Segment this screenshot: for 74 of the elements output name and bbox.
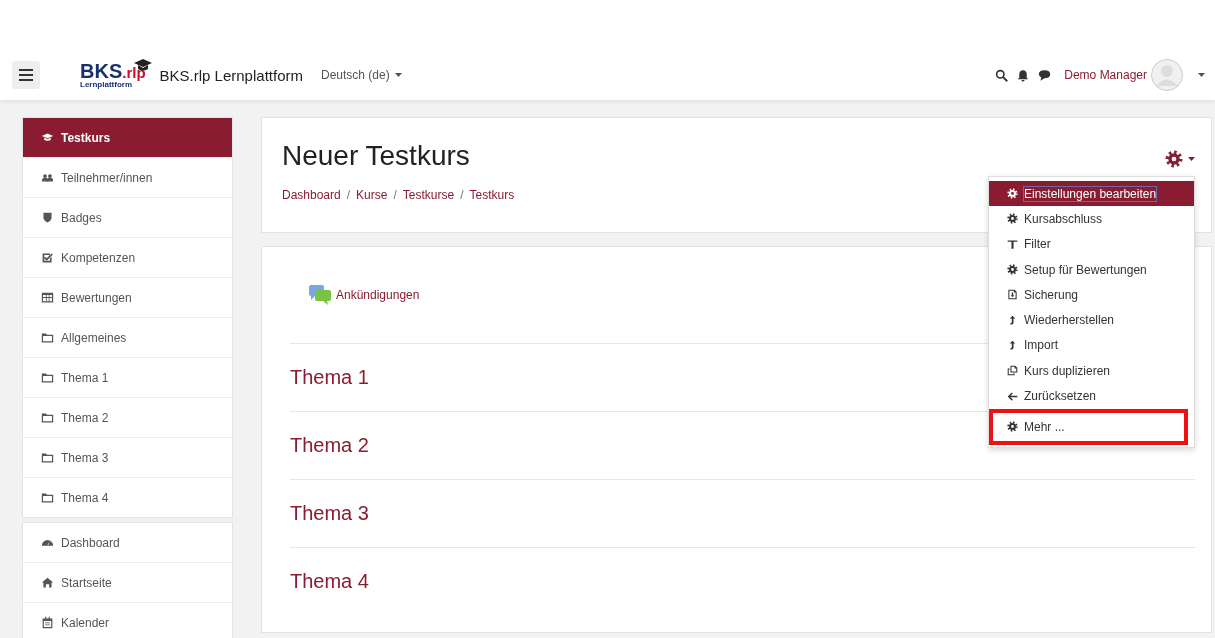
gear-icon xyxy=(1007,188,1018,200)
sidebar-item[interactable]: Startseite xyxy=(23,563,232,603)
gear-icon xyxy=(1007,421,1018,433)
chat-icon[interactable] xyxy=(1038,69,1052,81)
menu-icon xyxy=(19,69,33,81)
sidebar-item[interactable]: Dashboard xyxy=(23,523,232,563)
language-menu[interactable]: Deutsch (de) xyxy=(321,68,402,82)
home-icon xyxy=(41,576,54,589)
breadcrumb-link[interactable]: Dashboard xyxy=(282,188,341,202)
forum-icon xyxy=(308,284,332,306)
section-title[interactable]: Thema 1 xyxy=(290,366,369,389)
sidebar-item[interactable]: Allgemeines xyxy=(23,318,232,358)
menu-item[interactable]: Filter xyxy=(989,231,1194,257)
bell-icon[interactable] xyxy=(1017,68,1030,82)
sidebar-item[interactable]: Thema 1 xyxy=(23,358,232,398)
sidebar-item[interactable]: Kalender xyxy=(23,603,232,638)
breadcrumb-separator: / xyxy=(460,188,464,202)
folder-icon xyxy=(41,371,54,384)
gear-icon xyxy=(1007,264,1018,276)
section-title[interactable]: Thema 3 xyxy=(290,502,369,525)
checkbox-icon xyxy=(41,251,54,264)
section-title[interactable]: Thema 4 xyxy=(290,570,369,593)
sidebar-item[interactable]: Badges xyxy=(23,198,232,238)
folder-icon xyxy=(41,331,54,344)
settings-button[interactable] xyxy=(1165,150,1195,168)
menu-button[interactable] xyxy=(12,61,40,89)
menu-item[interactable]: Kursabschluss xyxy=(989,206,1194,232)
site-name-link[interactable]: BKS.rlp Lernplattform xyxy=(159,66,303,84)
caret-icon xyxy=(394,73,402,77)
menu-item[interactable]: Sicherung xyxy=(989,282,1194,308)
sidebar-item[interactable]: Testkurs xyxy=(23,118,232,158)
users-icon xyxy=(41,171,54,184)
sidebar-item[interactable]: Thema 4 xyxy=(23,478,232,517)
menu-item[interactable]: Mehr ... xyxy=(991,410,1186,443)
caret-icon[interactable] xyxy=(1198,73,1205,77)
graduation-cap-icon xyxy=(41,131,54,144)
folder-icon xyxy=(41,491,54,504)
sidebar-item[interactable]: Bewertungen xyxy=(23,278,232,318)
menu-item[interactable]: Zurücksetzen xyxy=(989,383,1194,409)
breadcrumb-separator: / xyxy=(393,188,397,202)
menu-item[interactable]: Setup für Bewertungen xyxy=(989,256,1194,283)
caret-icon xyxy=(1188,157,1195,161)
logo-text: .rlp xyxy=(122,65,146,80)
menu-item[interactable]: Wiederherstellen xyxy=(989,307,1194,333)
logo-text: BKS xyxy=(80,61,123,81)
sidebar-item[interactable]: Thema 3 xyxy=(23,438,232,478)
sidebar-item[interactable]: Kompetenzen xyxy=(23,238,232,278)
gear-icon xyxy=(1007,213,1018,225)
table-icon xyxy=(41,291,54,304)
copy-icon xyxy=(1007,365,1018,377)
section-title[interactable]: Thema 2 xyxy=(290,434,369,457)
document-icon xyxy=(1007,289,1018,301)
menu-item[interactable]: Kurs duplizieren xyxy=(989,358,1194,384)
menu-item[interactable]: Einstellungen bearbeiten xyxy=(989,181,1194,207)
logo[interactable]: BKS.rlp Lernplattform xyxy=(80,61,152,89)
folder-icon xyxy=(41,451,54,464)
shield-icon xyxy=(41,211,54,224)
breadcrumb-link[interactable]: Kurse xyxy=(356,188,388,202)
menu-item[interactable]: Import xyxy=(989,332,1194,359)
breadcrumb-separator: / xyxy=(346,188,351,202)
user-name-link[interactable]: Demo Manager xyxy=(1064,68,1147,82)
course-title: Neuer Testkurs xyxy=(282,140,470,172)
folder-icon xyxy=(41,411,54,424)
filter-icon xyxy=(1007,238,1018,250)
logo-text: Lernplattform xyxy=(80,81,132,89)
sidebar-item[interactable]: Teilnehmer/innen xyxy=(23,158,232,198)
breadcrumb-link[interactable]: Testkurse xyxy=(402,188,455,202)
sidebar-item[interactable]: Thema 2 xyxy=(23,398,232,438)
calendar-icon xyxy=(41,616,54,629)
gear-icon xyxy=(1165,150,1183,168)
forum-link[interactable]: Ankündigungen xyxy=(336,288,420,302)
breadcrumb-link[interactable]: Testkurs xyxy=(469,188,515,202)
arrow-left-icon xyxy=(1007,390,1018,402)
search-icon[interactable] xyxy=(995,68,1009,82)
